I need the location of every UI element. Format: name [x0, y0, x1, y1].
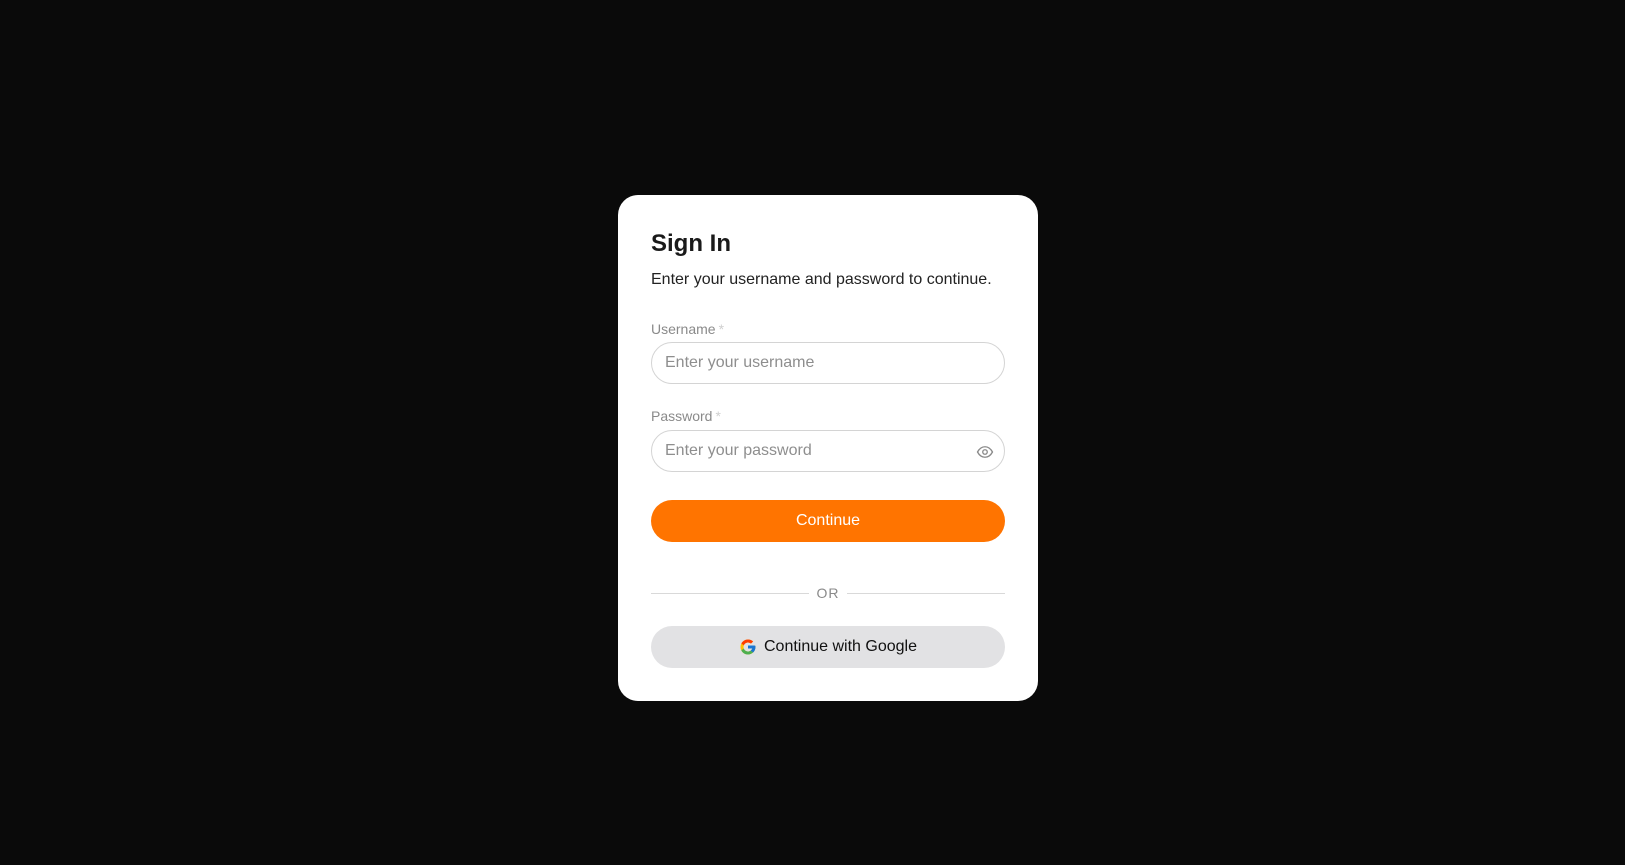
username-required-mark: *: [718, 321, 725, 337]
password-label: Password *: [651, 408, 721, 424]
username-label-text: Username: [651, 321, 716, 337]
password-label-text: Password: [651, 408, 713, 424]
password-required-mark: *: [715, 408, 721, 424]
page-title: Sign In: [651, 230, 731, 257]
google-signin-button[interactable]: Continue with Google: [651, 626, 1005, 668]
google-icon: [739, 638, 757, 656]
continue-button[interactable]: Continue: [651, 500, 1005, 542]
eye-icon[interactable]: [976, 443, 994, 461]
signin-card: Sign In Enter your username and password…: [618, 195, 1038, 701]
divider-line-right: [847, 593, 1005, 594]
username-label: Username *: [651, 321, 724, 337]
or-divider: OR: [651, 585, 1005, 601]
page-subtitle: Enter your username and password to cont…: [651, 271, 992, 288]
username-input[interactable]: [652, 343, 1004, 383]
username-field: [651, 342, 1005, 384]
password-input[interactable]: [652, 431, 1004, 471]
google-button-label: Continue with Google: [764, 638, 917, 655]
password-field: [651, 430, 1005, 472]
